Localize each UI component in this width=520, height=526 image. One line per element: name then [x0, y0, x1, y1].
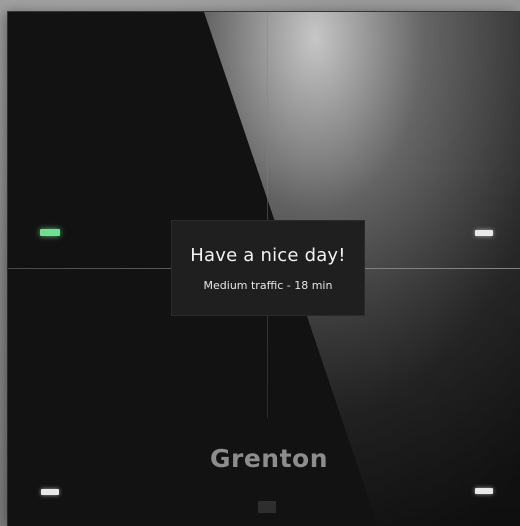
greeting-text: Have a nice day! — [190, 245, 346, 266]
info-display: Have a nice day! Medium traffic - 18 min — [171, 220, 365, 316]
wall-background: Have a nice day! Medium traffic - 18 min… — [0, 0, 520, 526]
brand-logo: Grenton — [209, 444, 329, 473]
indicator-led-top-right — [475, 230, 493, 236]
indicator-led-bottom-center — [258, 501, 276, 513]
traffic-status-text: Medium traffic - 18 min — [203, 279, 333, 292]
indicator-led-top-left — [40, 229, 60, 236]
touch-panel: Have a nice day! Medium traffic - 18 min… — [8, 12, 520, 526]
indicator-led-bottom-right — [475, 488, 493, 494]
indicator-led-bottom-left — [41, 489, 59, 495]
